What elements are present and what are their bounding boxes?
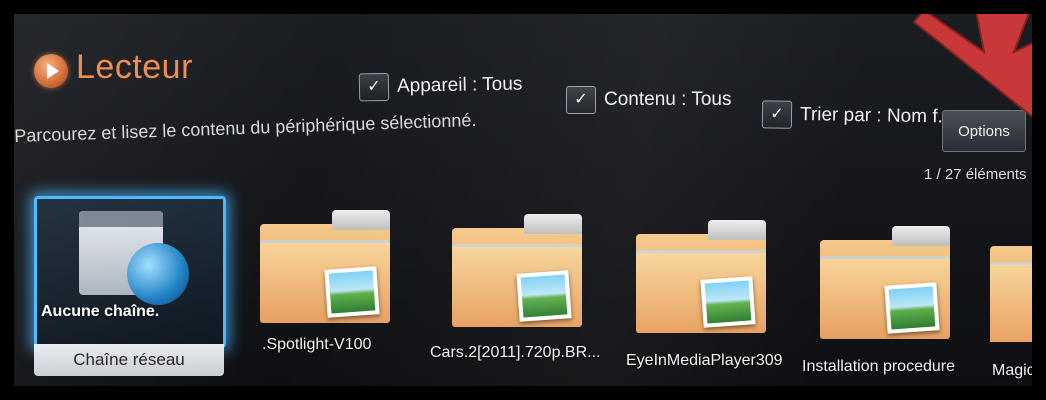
item-count: 1 / 27 éléments (924, 166, 1027, 183)
media-item-label: Installation procedure (802, 358, 955, 375)
photo-icon (516, 270, 572, 322)
media-item-label: EyeInMediaPlayer309 (626, 352, 783, 369)
filter-content-label: Contenu : Tous (604, 89, 732, 110)
folder-icon (990, 262, 1032, 342)
photo-icon (324, 266, 380, 318)
media-item-folder[interactable] (452, 214, 582, 327)
photo-icon (884, 282, 940, 334)
app-description: Parcourez et lisez le contenu du périphé… (14, 109, 477, 146)
media-item-inner-label: Aucune chaîne. (41, 303, 160, 320)
chevron-down-icon: ✓ (761, 100, 793, 129)
media-item-label: .Spotlight-V100 (262, 336, 372, 353)
photo-icon (700, 276, 756, 328)
media-item-folder[interactable] (636, 220, 766, 333)
chevron-down-icon: ✓ (566, 86, 596, 114)
filter-device-label: Appareil : Tous (396, 73, 523, 97)
chevron-down-icon: ✓ (358, 72, 390, 102)
media-item-label: Magic (992, 362, 1032, 379)
filter-device[interactable]: ✓ Appareil : Tous (358, 71, 523, 102)
app-header: Lecteur Parcourez et lisez le contenu du… (14, 14, 1032, 183)
media-item-folder[interactable] (260, 210, 390, 323)
media-item-folder[interactable] (820, 226, 950, 339)
media-item-label: Chaîne réseau (34, 344, 224, 376)
app-title: Lecteur (76, 48, 193, 86)
tv-screen: Lecteur Parcourez et lisez le contenu du… (14, 14, 1032, 386)
filter-content[interactable]: ✓ Contenu : Tous (566, 86, 731, 114)
media-item-network-channel[interactable]: Aucune chaîne. (34, 196, 226, 348)
play-icon (34, 54, 68, 88)
arrow-icon (912, 14, 1032, 118)
globe-icon (127, 243, 189, 305)
media-item-folder[interactable] (990, 232, 1032, 342)
media-item-label: Cars.2[2011].720p.BR... (430, 344, 601, 361)
media-carousel: Aucune chaîne. Chaîne réseau .Spotlight-… (14, 192, 1032, 386)
